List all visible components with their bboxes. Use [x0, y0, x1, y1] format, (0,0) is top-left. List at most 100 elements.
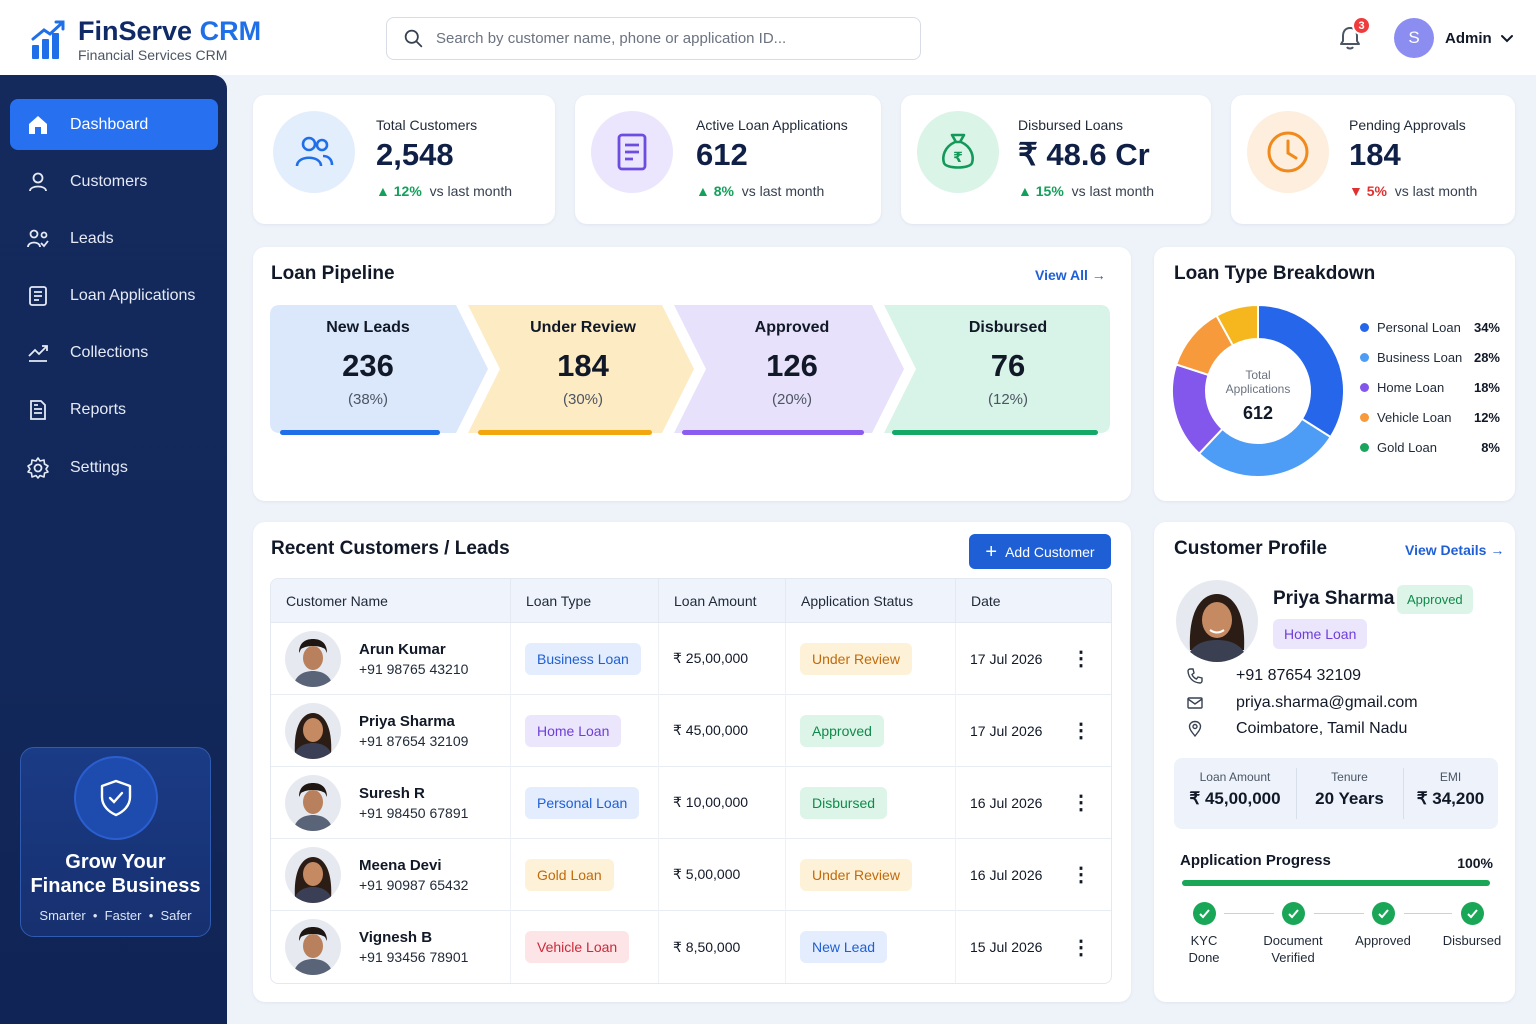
- location-pin-icon: [1188, 720, 1202, 738]
- status-badge: Approved: [800, 714, 884, 747]
- column-header[interactable]: Application Status: [786, 579, 956, 623]
- cell-loan-amount: ₹ 45,00,000: [659, 694, 786, 767]
- profile-email[interactable]: priya.sharma@gmail.com: [1186, 694, 1418, 712]
- pipeline-stage-approved[interactable]: Approved 126 (20%): [674, 305, 906, 435]
- table-row[interactable]: Vignesh B +91 93456 78901 Vehicle Loan ₹…: [271, 911, 1111, 983]
- loan-type-breakdown-card: Loan Type Breakdown Total Applications 61…: [1154, 247, 1515, 501]
- check-icon: [1371, 902, 1395, 925]
- sidebar-item-label: Reports: [70, 400, 127, 418]
- more-options-icon[interactable]: ⋮: [1071, 790, 1091, 815]
- kpi-label: Disbursed Loans: [1018, 117, 1124, 133]
- cell-loan-type: Personal Loan: [511, 766, 659, 839]
- profile-phone[interactable]: +91 87654 32109: [1186, 667, 1361, 685]
- cell-customer: Meena Devi +91 90987 65432: [271, 838, 511, 911]
- user-menu[interactable]: S Admin: [1394, 18, 1514, 58]
- legend-value: 28%: [1473, 349, 1500, 365]
- column-header[interactable]: Customer Name: [271, 579, 511, 623]
- more-options-icon[interactable]: ⋮: [1071, 935, 1091, 960]
- svg-text:₹: ₹: [953, 150, 963, 166]
- kpi-trend: ▼ 5% vs last month: [1349, 183, 1478, 199]
- pipeline-stage-new-leads[interactable]: New Leads 236 (38%): [270, 305, 490, 435]
- pipeline-stage-disbursed[interactable]: Disbursed 76 (12%): [884, 305, 1110, 435]
- status-badge: Approved: [1397, 585, 1473, 614]
- kpi-value: 184: [1349, 137, 1401, 172]
- legend-value: 8%: [1481, 439, 1500, 455]
- money-bag-icon: ₹: [917, 111, 999, 193]
- legend-dot: [1360, 442, 1369, 452]
- customer-name[interactable]: Suresh R: [359, 785, 468, 802]
- progress-step: Disbursed: [1432, 902, 1512, 949]
- table-header: Customer Name Loan Type Loan Amount Appl…: [271, 579, 1111, 623]
- loan-type-badge: Gold Loan: [525, 858, 614, 891]
- legend-value: 34%: [1473, 319, 1500, 335]
- customer-name[interactable]: Priya Sharma: [359, 713, 468, 730]
- stat-emi: EMI ₹ 34,200: [1416, 770, 1485, 808]
- sidebar-item-label: Leads: [70, 229, 114, 247]
- pipeline-stage-under-review[interactable]: Under Review 184 (30%): [468, 305, 696, 435]
- loan-type-badge: Home Loan: [1273, 619, 1368, 649]
- progress-pct: 100%: [1457, 855, 1493, 871]
- promo-card[interactable]: Grow Your Finance Business Smarter • Fast…: [20, 747, 211, 937]
- sidebar-item-loan-applications[interactable]: Loan Applications: [10, 270, 218, 321]
- stat-tenure: Tenure 20 Years: [1315, 770, 1384, 808]
- avatar: [285, 846, 341, 903]
- view-all-link[interactable]: View All →: [1035, 267, 1106, 283]
- legend-dot: [1360, 322, 1369, 332]
- column-header[interactable]: Loan Type: [511, 579, 659, 623]
- customer-phone: +91 90987 65432: [359, 876, 469, 893]
- recent-customers-card: Recent Customers / Leads + Add Customer C…: [253, 522, 1131, 1002]
- kpi-value: ₹ 48.6 Cr: [1018, 137, 1150, 172]
- more-options-icon[interactable]: ⋮: [1071, 862, 1091, 887]
- card-title: Customer Profile: [1174, 538, 1328, 559]
- stage-value: 126: [766, 348, 818, 383]
- phone-icon: [1187, 668, 1203, 684]
- chevron-down-icon: [1500, 35, 1513, 43]
- legend-value: 18%: [1473, 379, 1500, 395]
- search-input[interactable]: [436, 30, 896, 47]
- cell-loan-amount: ₹ 5,00,000: [659, 838, 786, 911]
- sidebar-item-settings[interactable]: Settings: [10, 442, 218, 493]
- sidebar-item-collections[interactable]: Collections: [10, 327, 218, 378]
- table-row[interactable]: Meena Devi +91 90987 65432 Gold Loan ₹ 5…: [271, 838, 1111, 911]
- table-row[interactable]: Suresh R +91 98450 67891 Personal Loan ₹…: [271, 766, 1111, 839]
- customer-phone: +91 87654 32109: [359, 732, 469, 749]
- plus-icon: +: [985, 540, 998, 563]
- search-box[interactable]: [386, 17, 921, 60]
- brand[interactable]: FinServe CRM Financial Services CRM: [30, 16, 261, 63]
- user-name: Admin: [1445, 29, 1492, 47]
- cell-loan-type: Gold Loan: [511, 838, 659, 911]
- card-title: Recent Customers / Leads: [271, 538, 510, 559]
- column-header[interactable]: Date: [956, 579, 1111, 623]
- trend-icon: [28, 344, 48, 362]
- kpi-value: 2,548: [376, 137, 454, 172]
- table-row[interactable]: Priya Sharma +91 87654 32109 Home Loan ₹…: [271, 694, 1111, 767]
- shield-icon: [75, 758, 156, 838]
- legend-label: Gold Loan: [1377, 439, 1437, 455]
- sidebar: Dashboard Customers Leads Loan Applicati…: [0, 75, 227, 1024]
- sidebar-item-dashboard[interactable]: Dashboard: [10, 99, 218, 150]
- customer-name[interactable]: Vignesh B: [359, 929, 468, 946]
- view-details-link[interactable]: View Details →: [1405, 542, 1504, 558]
- legend-value: 12%: [1473, 409, 1500, 425]
- customer-name[interactable]: Arun Kumar: [359, 641, 468, 658]
- stat-loan-amount: Loan Amount ₹ 45,00,000: [1189, 770, 1281, 808]
- table-row[interactable]: Arun Kumar +91 98765 43210 Business Loan…: [271, 622, 1111, 695]
- customer-name[interactable]: Meena Devi: [359, 857, 468, 874]
- stage-pct: (30%): [562, 391, 603, 408]
- avatar: S: [1394, 18, 1434, 58]
- cell-loan-amount: ₹ 10,00,000: [659, 766, 786, 839]
- donut-center-label: Total Applications: [1225, 368, 1291, 396]
- report-icon: [30, 399, 46, 420]
- sidebar-item-reports[interactable]: Reports: [10, 384, 218, 435]
- kpi-card-pending-approvals: Pending Approvals 184 ▼ 5% vs last month: [1231, 95, 1515, 224]
- add-customer-button[interactable]: + Add Customer: [969, 534, 1111, 569]
- column-header[interactable]: Loan Amount: [659, 579, 786, 623]
- sidebar-item-leads[interactable]: Leads: [10, 213, 218, 264]
- donut-center-value: 612: [1242, 403, 1274, 423]
- legend-dot: [1360, 382, 1369, 392]
- kpi-trend: ▲ 15% vs last month: [1018, 183, 1155, 199]
- more-options-icon[interactable]: ⋮: [1071, 646, 1091, 671]
- more-options-icon[interactable]: ⋮: [1071, 718, 1091, 743]
- progress-step: Document Verified: [1253, 902, 1333, 966]
- sidebar-item-customers[interactable]: Customers: [10, 156, 218, 207]
